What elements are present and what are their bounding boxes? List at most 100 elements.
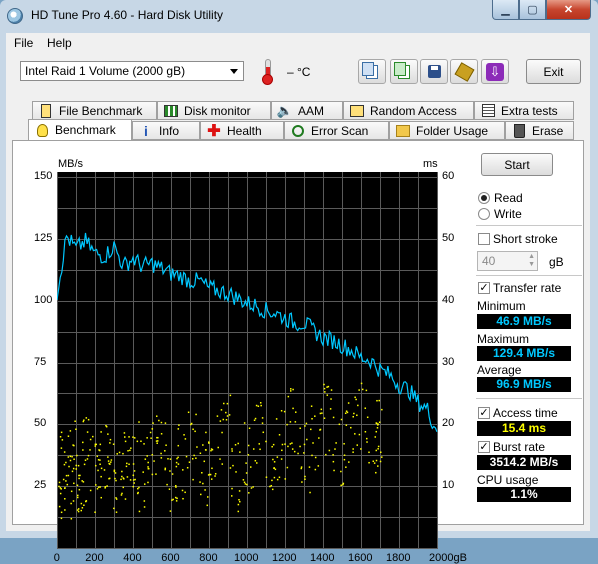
access-time-point bbox=[271, 479, 273, 482]
access-time-point bbox=[184, 491, 186, 494]
access-time-point bbox=[357, 404, 359, 407]
access-time-point bbox=[110, 461, 112, 463]
title-bar[interactable]: HD Tune Pro 4.60 - Hard Disk Utility ▁ ▢… bbox=[0, 0, 598, 30]
access-time-point bbox=[324, 391, 326, 393]
access-time-point bbox=[289, 443, 292, 445]
y2-axis-unit: ms bbox=[423, 158, 438, 170]
access-time-point bbox=[169, 458, 172, 460]
access-time-point bbox=[129, 479, 132, 481]
access-time-point bbox=[156, 436, 158, 439]
access-time-point bbox=[64, 498, 66, 500]
access-time-point bbox=[366, 437, 368, 440]
tab-aam[interactable]: 🔈 AAM bbox=[271, 101, 343, 120]
access-time-point bbox=[259, 448, 261, 451]
access-time-point bbox=[177, 428, 180, 430]
access-time-point bbox=[312, 442, 314, 444]
tab-disk-monitor[interactable]: Disk monitor bbox=[157, 101, 271, 120]
access-time-point bbox=[94, 511, 96, 513]
maximum-label: Maximum bbox=[477, 332, 530, 346]
access-time-point bbox=[228, 414, 231, 416]
access-time-point bbox=[380, 451, 382, 454]
access-time-point bbox=[265, 440, 267, 443]
access-time-point bbox=[292, 388, 294, 391]
maximize-button[interactable]: ▢ bbox=[519, 0, 546, 20]
access-time-point bbox=[350, 426, 352, 429]
exit-button[interactable]: Exit bbox=[526, 59, 581, 84]
access-time-point bbox=[221, 463, 224, 465]
access-time-point bbox=[366, 441, 368, 443]
close-button[interactable]: ✕ bbox=[546, 0, 591, 20]
minimize-button[interactable]: ▁ bbox=[492, 0, 519, 20]
access-time-point bbox=[325, 453, 327, 456]
tab-extra-tests[interactable]: Extra tests bbox=[474, 101, 574, 120]
start-button[interactable]: Start bbox=[481, 153, 553, 176]
short-stroke-spinner[interactable]: 40 ▲ ▼ bbox=[477, 251, 538, 271]
tab-error-scan[interactable]: Error Scan bbox=[284, 121, 389, 140]
access-time-point bbox=[206, 504, 209, 507]
copy-info-button[interactable] bbox=[358, 59, 386, 84]
access-time-point bbox=[172, 498, 174, 501]
access-time-point bbox=[328, 449, 331, 452]
access-time-point bbox=[68, 465, 70, 468]
options-button[interactable] bbox=[450, 59, 478, 84]
short-stroke-value: 40 bbox=[482, 254, 496, 268]
access-time-point bbox=[138, 421, 140, 423]
access-time-point bbox=[314, 415, 316, 417]
copy-screenshot-button[interactable] bbox=[390, 59, 418, 84]
access-time-point bbox=[254, 459, 257, 462]
access-time-point bbox=[311, 418, 313, 420]
access-time-point bbox=[356, 444, 359, 446]
access-time-point bbox=[311, 454, 313, 457]
access-time-point bbox=[129, 449, 131, 452]
access-time-point bbox=[332, 416, 335, 419]
write-radio[interactable] bbox=[478, 208, 490, 220]
access-time-point bbox=[58, 485, 60, 488]
access-time-point bbox=[343, 458, 346, 461]
save-button[interactable] bbox=[420, 59, 448, 84]
access-time-point bbox=[187, 411, 190, 414]
tab-file-benchmark[interactable]: File Benchmark bbox=[32, 101, 157, 120]
short-stroke-checkbox[interactable] bbox=[478, 233, 490, 245]
tab-folder-usage[interactable]: Folder Usage bbox=[389, 121, 505, 140]
access-time-point bbox=[340, 470, 342, 473]
spinner-arrows-icon[interactable]: ▲ ▼ bbox=[528, 253, 535, 269]
access-time-checkbox[interactable]: ✓ bbox=[478, 407, 490, 419]
x-tick-label: 1200 bbox=[272, 552, 297, 564]
download-button[interactable]: ⇩ bbox=[481, 59, 509, 84]
access-time-point bbox=[115, 498, 118, 500]
access-time-point bbox=[344, 412, 347, 415]
drive-select[interactable]: Intel Raid 1 Volume (2000 gB) bbox=[20, 61, 244, 81]
access-time-point bbox=[60, 488, 62, 490]
access-time-point bbox=[126, 462, 128, 465]
access-time-point bbox=[164, 422, 167, 424]
access-time-point bbox=[238, 499, 240, 501]
access-time-point bbox=[368, 451, 370, 454]
read-radio[interactable] bbox=[478, 192, 490, 204]
y-axis-unit: MB/s bbox=[58, 158, 84, 170]
tab-benchmark[interactable]: Benchmark bbox=[28, 119, 132, 140]
burst-rate-checkbox[interactable]: ✓ bbox=[478, 441, 490, 453]
access-time-point bbox=[183, 434, 185, 436]
access-time-point bbox=[121, 475, 123, 478]
tab-random-access[interactable]: Random Access bbox=[343, 101, 474, 120]
access-time-point bbox=[364, 431, 367, 433]
access-time-point bbox=[85, 500, 87, 503]
access-time-point bbox=[272, 443, 275, 446]
access-time-point bbox=[107, 456, 109, 458]
access-time-point bbox=[207, 441, 210, 443]
trash-icon bbox=[512, 123, 526, 138]
menu-file[interactable]: File bbox=[14, 36, 33, 50]
access-time-point bbox=[211, 467, 213, 470]
access-time-point bbox=[252, 486, 254, 488]
menu-help[interactable]: Help bbox=[47, 36, 72, 50]
access-time-point bbox=[64, 487, 66, 489]
access-time-point bbox=[243, 422, 246, 424]
tab-health[interactable]: ✚ Health bbox=[200, 121, 284, 140]
transfer-rate-checkbox[interactable]: ✓ bbox=[478, 282, 490, 294]
access-time-point bbox=[229, 394, 232, 397]
access-time-point bbox=[147, 468, 150, 470]
tab-info[interactable]: i Info bbox=[132, 121, 200, 140]
tab-erase[interactable]: Erase bbox=[505, 121, 574, 140]
access-time-point bbox=[69, 430, 72, 432]
access-time-point bbox=[248, 492, 250, 494]
